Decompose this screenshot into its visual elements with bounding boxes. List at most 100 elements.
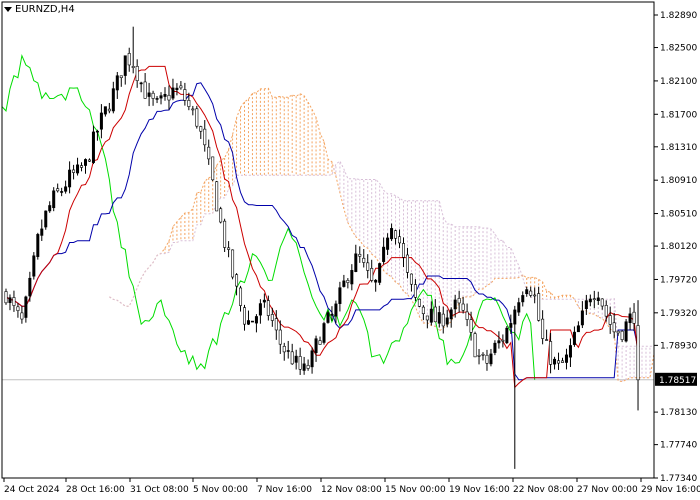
candle-body [541,318,545,339]
price-tick-label: 1.79720 [660,275,697,285]
price-tick-label: 1.77740 [660,441,697,451]
candle-body [270,314,274,321]
candle-body [215,181,219,212]
candle-body [151,92,155,99]
symbol-label: EURNZD,H4 [15,4,75,15]
candle-body [282,346,286,353]
candle-body [306,365,310,369]
candle-body [457,298,461,304]
candle-body [40,228,44,236]
price-tick-label: 1.81310 [660,143,697,153]
candle-body [445,317,449,325]
time-tick-label: 29 Nov 16:00 [641,485,700,495]
candle-body [378,263,382,283]
candlestick-series [4,26,640,469]
chart-window[interactable]: 1.82890 1.82500 1.82100 1.81700 1.81310 1.809… [0,0,700,500]
candle-body [612,322,616,333]
candle-body [425,315,429,321]
candle-body [616,330,620,334]
candle-body [111,88,115,112]
candle-body [624,321,628,342]
candle-body [560,360,564,363]
triangle-down-icon [4,7,12,12]
candle-body [505,327,509,344]
price-tick-label: 1.82100 [660,77,697,87]
candle-body [417,298,421,307]
price-axis[interactable]: 1.82890 1.82500 1.82100 1.81700 1.81310 1.809… [654,11,697,484]
candle-body [294,355,298,363]
candle-body [350,270,354,285]
time-tick-label: 28 Oct 16:00 [66,485,125,495]
time-axis[interactable]: 24 Oct 2024 28 Oct 16:00 31 Oct 08:00 5 Nov… [3,478,700,495]
candle-body [127,53,131,66]
candle-body [493,342,497,353]
candle-body [24,296,28,318]
candle-body [501,339,505,342]
price-tick-label: 1.81700 [660,110,697,120]
candle-body [401,243,405,258]
candle-body [163,94,167,97]
candle-body [103,106,107,115]
candle-body [119,75,123,78]
candle-body [95,130,99,133]
candle-body [56,188,60,192]
candle-body [628,313,632,324]
candle-body [12,297,16,306]
candle-body [60,191,64,193]
candle-body [409,273,413,285]
candle-body [481,353,485,356]
candle-body [219,208,223,223]
candle-body [227,247,231,250]
candle-body [99,112,103,130]
time-tick-label: 15 Nov 00:00 [385,485,446,495]
candle-body [370,268,374,281]
candle-body [394,230,398,239]
candle-body [461,303,465,311]
candle-body [68,169,72,188]
candle-body [473,333,477,358]
candle-body [537,293,541,321]
candle-body [342,280,346,287]
candle-body [529,290,533,296]
candle-body [123,55,127,76]
candle-body [32,255,36,277]
candle-body [433,306,437,323]
candle-body [489,353,493,365]
candle-body [203,128,207,146]
price-tick-label: 1.82500 [660,44,697,54]
candle-body [553,358,557,365]
candle-body [576,325,580,333]
price-tick-label: 1.78130 [660,408,697,418]
candle-body [298,356,302,370]
symbol-title[interactable]: EURNZD,H4 [4,4,75,15]
candle-body [16,306,20,311]
candle-body [171,87,175,99]
chart-canvas[interactable]: 1.82890 1.82500 1.82100 1.81700 1.81310 1.809… [0,0,700,500]
candle-body [509,323,513,328]
candle-body [175,87,179,91]
candle-body [262,299,266,303]
candle-body [310,350,314,368]
candle-body [235,274,239,287]
candle-body [36,234,40,257]
candle-body [533,294,537,297]
candle-body [48,205,52,212]
candle-body [147,92,151,97]
candle-body [135,66,139,81]
price-tick-label: 1.77340 [660,474,697,484]
candle-body [266,300,270,316]
candle-body [4,291,8,304]
candle-body [139,82,143,85]
candle-body [155,98,159,100]
candle-body [636,325,640,381]
candle-body [596,297,600,301]
candle-body [421,306,425,315]
price-tick-label: 1.80910 [660,176,697,186]
candle-body [72,169,76,173]
candle-body [465,311,469,320]
candle-body [572,331,576,345]
time-tick-label: 12 Nov 08:00 [321,485,382,495]
candle-body [231,249,235,278]
candle-body [195,108,199,127]
candle-body [453,299,457,310]
